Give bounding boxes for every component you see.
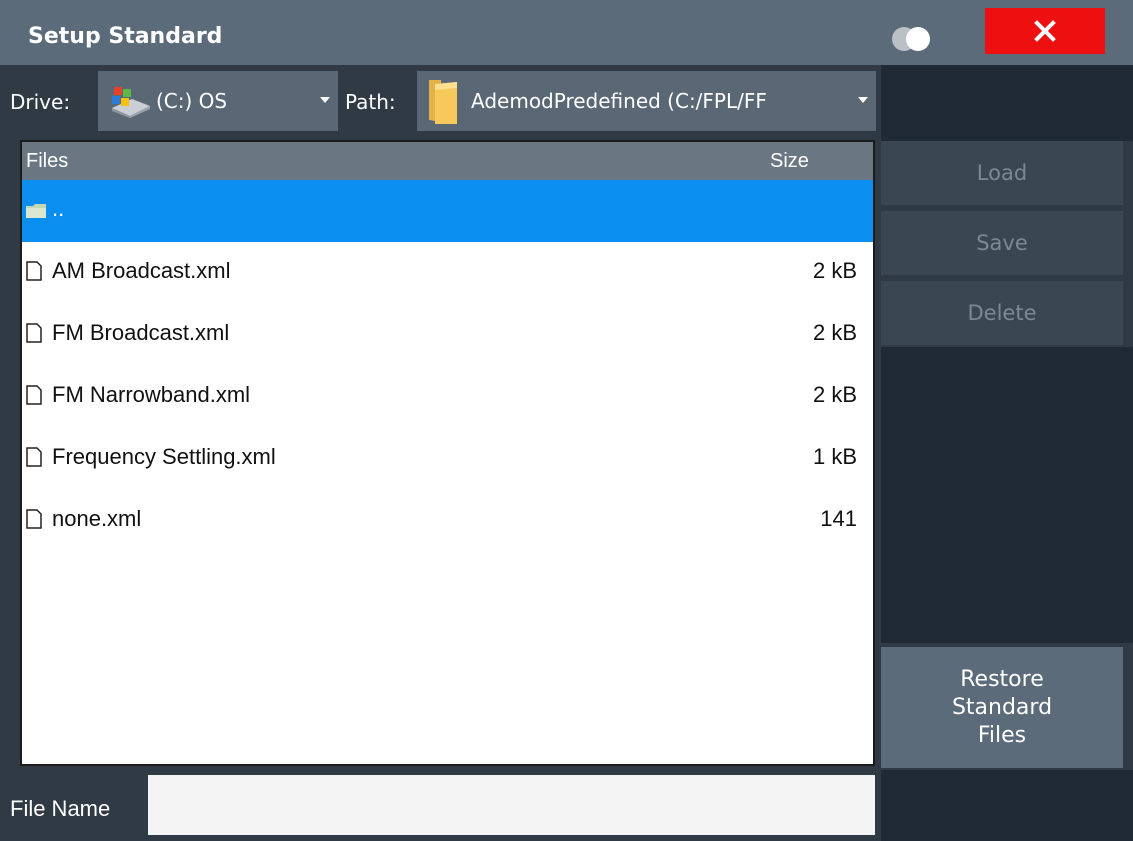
file-name: .. [52, 196, 65, 221]
file-name: none.xml [52, 506, 142, 531]
file-list-header: Files Size [22, 142, 873, 180]
load-button[interactable]: Load [881, 141, 1123, 205]
file-name: FM Narrowband.xml [52, 382, 251, 407]
table-row[interactable]: none.xml 141 [22, 490, 873, 552]
table-row-parent-folder[interactable]: .. [22, 180, 873, 242]
file-list[interactable]: Files Size .. AM Broadcast.xml 2 kB FM B… [20, 140, 875, 766]
table-row[interactable]: FM Narrowband.xml 2 kB [22, 366, 873, 428]
drive-value: (C:) OS [156, 89, 228, 113]
file-name: AM Broadcast.xml [52, 258, 231, 283]
path-select[interactable]: AdemodPredefined (C:/FPL/FF [417, 71, 876, 131]
file-size: 2 kB [812, 258, 857, 283]
side-empty-panel [881, 347, 1133, 643]
file-icon [26, 323, 42, 343]
files-column-header[interactable]: Files [26, 150, 68, 173]
file-name: Frequency Settling.xml [52, 444, 276, 469]
dialog-title: Setup Standard [28, 24, 223, 49]
close-button[interactable] [985, 8, 1105, 54]
top-right-panel [881, 65, 1133, 141]
table-row[interactable]: FM Broadcast.xml 2 kB [22, 304, 873, 366]
file-icon [26, 385, 42, 405]
drive-label: Drive: [10, 90, 71, 114]
file-name-label: File Name [10, 796, 111, 821]
close-icon [1034, 20, 1056, 42]
file-size: 141 [820, 506, 857, 531]
file-name-input[interactable] [148, 775, 875, 835]
save-button[interactable]: Save [881, 211, 1123, 275]
drive-select[interactable]: (C:) OS [98, 71, 338, 131]
file-icon [26, 261, 42, 281]
path-value: AdemodPredefined (C:/FPL/FF [471, 89, 767, 113]
file-size: 2 kB [812, 382, 857, 407]
folder-icon [429, 80, 457, 124]
file-icon [26, 447, 42, 467]
chevron-down-icon [320, 97, 330, 103]
toggle-icon[interactable] [890, 26, 946, 52]
file-icon [26, 509, 42, 529]
table-row[interactable]: AM Broadcast.xml 2 kB [22, 242, 873, 304]
path-label: Path: [345, 90, 396, 114]
file-name: FM Broadcast.xml [52, 320, 230, 345]
folder-icon [26, 204, 46, 218]
bottom-right-panel [881, 770, 1133, 841]
size-column-header[interactable]: Size [770, 150, 809, 173]
delete-button[interactable]: Delete [881, 281, 1123, 345]
file-size: 2 kB [812, 320, 857, 345]
title-bar: Setup Standard [0, 0, 1133, 65]
chevron-down-icon [858, 97, 868, 103]
file-size: 1 kB [812, 444, 857, 469]
table-row[interactable]: Frequency Settling.xml 1 kB [22, 428, 873, 490]
windows-drive-icon [112, 87, 150, 118]
restore-button-label: Restore Standard Files [951, 666, 1053, 748]
restore-standard-files-button[interactable]: Restore Standard Files [881, 647, 1123, 768]
